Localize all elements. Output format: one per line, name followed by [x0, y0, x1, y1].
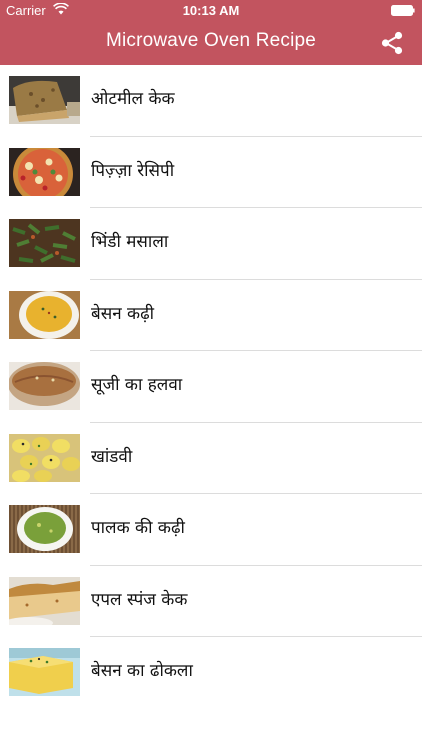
recipe-title: भिंडी मसाला — [91, 232, 169, 252]
khandvi-thumbnail — [9, 433, 80, 482]
recipe-row-besan-kadhi[interactable]: बेसन कढ़ी — [0, 280, 422, 351]
recipe-row-khandvi[interactable]: खांडवी — [0, 423, 422, 494]
recipe-row-besan-dhokla[interactable]: बेसन का ढोकला — [0, 637, 422, 709]
navigation-bar: Carrier 10:13 AM Microwave Oven Recipe — [0, 0, 422, 65]
clock: 10:13 AM — [182, 3, 240, 18]
share-icon[interactable] — [380, 31, 404, 55]
besan-kadhi-thumbnail — [9, 290, 80, 339]
recipe-title: पिज़्ज़ा रेसिपी — [91, 160, 175, 181]
recipe-row-suji-halwa[interactable]: सूजी का हलवा — [0, 351, 422, 423]
bhindi-masala-thumbnail — [9, 219, 80, 267]
recipe-title: ओटमील केक — [91, 89, 175, 109]
recipe-title: पालक की कढ़ी — [91, 518, 185, 538]
status-bar: Carrier 10:13 AM — [0, 0, 422, 22]
recipe-row-pizza[interactable]: पिज़्ज़ा रेसिपी — [0, 137, 422, 208]
recipe-row-bhindi-masala[interactable]: भिंडी मसाला — [0, 208, 422, 280]
recipe-title: सूजी का हलवा — [91, 375, 183, 395]
palak-kadhi-thumbnail — [9, 505, 80, 553]
pizza-thumbnail — [9, 147, 80, 196]
recipe-list: ओटमील केक पिज़्ज़ा रेसिपी भिंडी मसाला बे… — [0, 65, 422, 709]
recipe-title: बेसन कढ़ी — [91, 303, 155, 324]
apple-sponge-cake-thumbnail — [9, 576, 80, 625]
recipe-row-apple-sponge-cake[interactable]: एपल स्पंज केक — [0, 566, 422, 637]
recipe-title: एपल स्पंज केक — [91, 589, 188, 610]
suji-halwa-thumbnail — [9, 362, 80, 410]
recipe-row-palak-kadhi[interactable]: पालक की कढ़ी — [0, 494, 422, 566]
battery-icon — [391, 5, 415, 16]
page-title: Microwave Oven Recipe — [105, 30, 317, 51]
besan-dhokla-thumbnail — [9, 648, 80, 696]
recipe-title: बेसन का ढोकला — [91, 661, 193, 681]
recipe-title: खांडवी — [91, 446, 133, 467]
recipe-row-oatmeal-cake[interactable]: ओटमील केक — [0, 65, 422, 137]
oatmeal-cake-thumbnail — [9, 76, 80, 124]
